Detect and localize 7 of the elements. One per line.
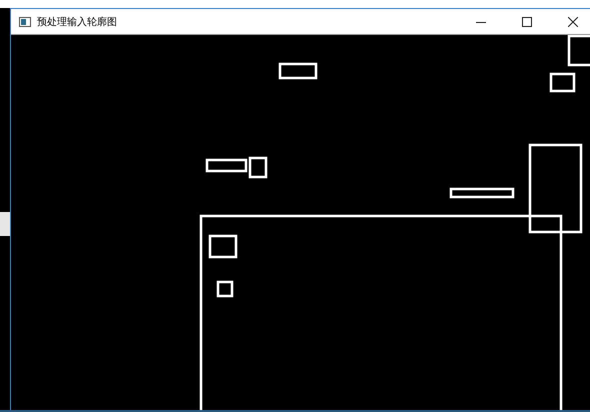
- close-icon[interactable]: [568, 16, 578, 26]
- maximize-icon[interactable]: [522, 16, 532, 26]
- contour-rectangle: [450, 188, 514, 198]
- window-icon: [19, 16, 31, 26]
- contour-rectangle: [550, 72, 576, 92]
- window-title: 预处理输入轮廓图: [37, 16, 117, 28]
- contour-rectangle: [278, 62, 318, 80]
